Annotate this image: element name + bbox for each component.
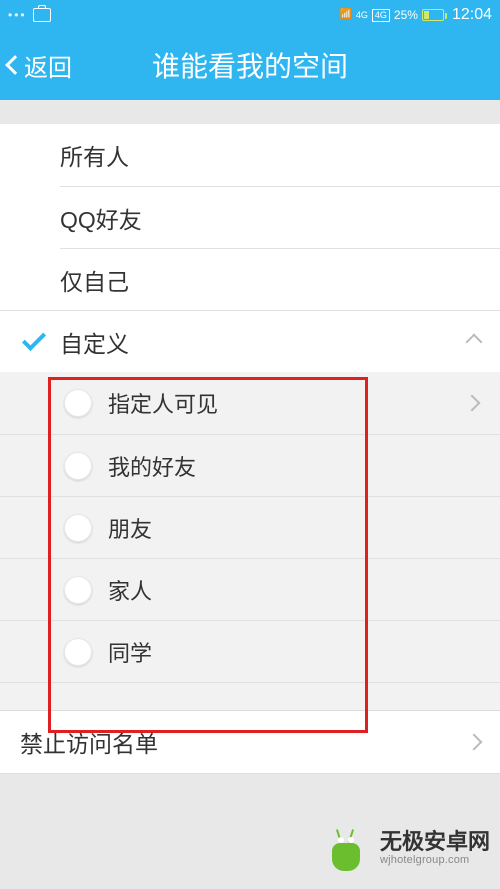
sub-option-label: 我的好友: [108, 450, 196, 482]
sub-option-friends[interactable]: 朋友: [0, 496, 500, 558]
sub-option-label: 家人: [108, 574, 152, 606]
chevron-right-icon: [464, 395, 481, 412]
custom-sublist: 指定人可见 我的好友 朋友 家人 同学: [0, 372, 500, 710]
option-only-me[interactable]: 仅自己: [60, 248, 500, 310]
watermark-title: 无极安卓网: [380, 829, 490, 854]
option-everyone[interactable]: 所有人: [0, 124, 500, 186]
sub-option-label: 同学: [108, 636, 152, 668]
radio-icon: [64, 452, 92, 480]
battery-percentage: 25%: [394, 8, 418, 22]
camera-icon: [33, 8, 51, 22]
radio-icon: [64, 389, 92, 417]
option-label: QQ好友: [60, 201, 142, 235]
network-type: 4G: [356, 10, 368, 20]
sub-option-my-friends[interactable]: 我的好友: [0, 434, 500, 496]
sub-option-family[interactable]: 家人: [0, 558, 500, 620]
radio-icon: [64, 638, 92, 666]
signal-icon: 📶: [339, 10, 351, 20]
sub-option-label: 朋友: [108, 512, 152, 544]
option-label: 自定义: [60, 325, 129, 359]
radio-icon: [64, 576, 92, 604]
option-label: 所有人: [60, 138, 129, 172]
more-dots-icon: •••: [8, 8, 27, 22]
sublist-gap: [0, 682, 500, 710]
block-list-row[interactable]: 禁止访问名单: [0, 710, 500, 774]
privacy-options-list: 所有人 QQ好友 仅自己 自定义: [0, 124, 500, 372]
battery-icon: [422, 9, 444, 21]
android-logo-icon: [324, 825, 370, 871]
watermark-url: wjhotelgroup.com: [380, 854, 490, 867]
sub-option-label: 指定人可见: [108, 387, 218, 419]
block-list-label: 禁止访问名单: [20, 725, 158, 759]
option-custom[interactable]: 自定义: [0, 310, 500, 372]
clock: 12:04: [452, 6, 492, 24]
back-label: 返回: [24, 48, 72, 83]
chevron-left-icon: [5, 55, 25, 75]
sub-option-classmates[interactable]: 同学: [0, 620, 500, 682]
option-qq-friends[interactable]: QQ好友: [60, 186, 500, 248]
chevron-up-icon: [466, 333, 483, 350]
4g-badge-icon: 4G: [372, 9, 390, 22]
option-label: 仅自己: [60, 263, 129, 297]
page-title: 谁能看我的空间: [0, 45, 500, 85]
status-bar: ••• 📶 4G 4G 25% 12:04: [0, 0, 500, 30]
watermark: 无极安卓网 wjhotelgroup.com: [324, 825, 490, 871]
chevron-right-icon: [466, 734, 483, 751]
section-gap: [0, 100, 500, 124]
radio-icon: [64, 514, 92, 542]
nav-bar: 返回 谁能看我的空间: [0, 30, 500, 100]
back-button[interactable]: 返回: [0, 30, 72, 100]
sub-option-specified[interactable]: 指定人可见: [0, 372, 500, 434]
check-icon: [22, 326, 46, 350]
